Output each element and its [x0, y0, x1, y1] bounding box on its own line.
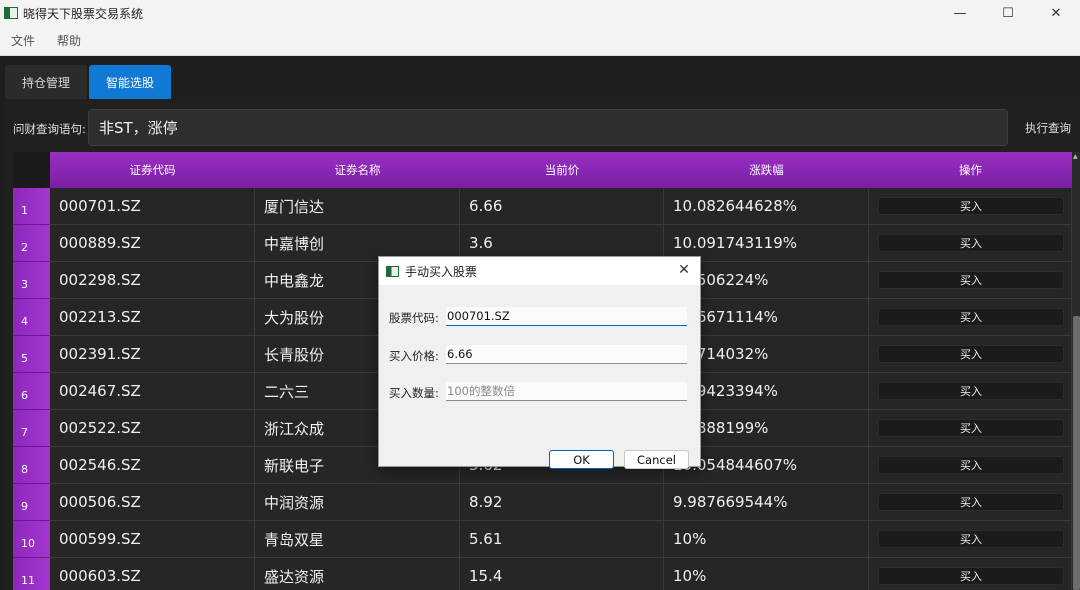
buy-button[interactable]: 买入: [878, 234, 1064, 252]
buy-button[interactable]: 买入: [878, 308, 1064, 326]
table-row[interactable]: 1 000701.SZ 厦门信达 6.66 10.082644628% 买入: [13, 188, 1072, 225]
cell-price: 5.61: [460, 521, 664, 558]
title-bar: 晓得天下股票交易系统 — ☐ ✕: [0, 0, 1080, 26]
cell-code: 000506.SZ: [50, 484, 255, 521]
buy-button[interactable]: 买入: [878, 567, 1064, 585]
buy-button[interactable]: 买入: [878, 530, 1064, 548]
buy-button[interactable]: 买入: [878, 456, 1064, 474]
cell-code: 002391.SZ: [50, 336, 255, 373]
table-header: 证券代码 证券名称 当前价 涨跌幅 操作: [13, 152, 1072, 188]
minimize-icon[interactable]: —: [936, 0, 984, 26]
stock-code-label: 股票代码:: [389, 311, 439, 325]
cell-code: 002213.SZ: [50, 299, 255, 336]
stock-code-input[interactable]: [446, 307, 687, 326]
cell-action: 买入: [869, 262, 1072, 299]
buy-quantity-label: 买入数量:: [389, 386, 439, 400]
cell-action: 买入: [869, 447, 1072, 484]
cell-price: 15.4: [460, 558, 664, 590]
cell-action: 买入: [869, 558, 1072, 590]
buy-button[interactable]: 买入: [878, 419, 1064, 437]
row-number: 6: [13, 373, 50, 410]
table-row[interactable]: 10 000599.SZ 青岛双星 5.61 10% 买入: [13, 521, 1072, 558]
buy-button[interactable]: 买入: [878, 493, 1064, 511]
cell-code: 002467.SZ: [50, 373, 255, 410]
cell-code: 000889.SZ: [50, 225, 255, 262]
scroll-thumb[interactable]: [1073, 316, 1080, 590]
menu-help[interactable]: 帮助: [46, 32, 92, 49]
cell-action: 买入: [869, 484, 1072, 521]
buy-button[interactable]: 买入: [878, 271, 1064, 289]
header-action[interactable]: 操作: [869, 152, 1072, 188]
cell-code: 002546.SZ: [50, 447, 255, 484]
cell-name: 盛达资源: [255, 558, 460, 590]
cell-price: 8.92: [460, 484, 664, 521]
buy-quantity-input[interactable]: [446, 382, 687, 401]
ok-button[interactable]: OK: [549, 450, 614, 469]
cell-change: 10.082644628%: [664, 188, 869, 225]
row-number: 7: [13, 410, 50, 447]
cell-action: 买入: [869, 299, 1072, 336]
cell-change: 10%: [664, 558, 869, 590]
cell-action: 买入: [869, 336, 1072, 373]
query-label: 问财查询语句:: [13, 122, 86, 136]
query-input[interactable]: [88, 109, 1008, 146]
row-number: 3: [13, 262, 50, 299]
menu-bar: 文件 帮助: [0, 26, 1080, 56]
table-corner: [13, 152, 50, 188]
window-controls: — ☐ ✕: [936, 0, 1080, 26]
buy-button[interactable]: 买入: [878, 345, 1064, 363]
table-row[interactable]: 9 000506.SZ 中润资源 8.92 9.987669544% 买入: [13, 484, 1072, 521]
cell-change: 10%: [664, 521, 869, 558]
cell-code: 002522.SZ: [50, 410, 255, 447]
row-number: 8: [13, 447, 50, 484]
tab-bar: 持仓管理 智能选股: [5, 65, 172, 99]
cell-name: 厦门信达: [255, 188, 460, 225]
row-number: 4: [13, 299, 50, 336]
cell-change: 9.987669544%: [664, 484, 869, 521]
close-icon[interactable]: ✕: [675, 261, 693, 279]
app-icon: [4, 7, 18, 19]
header-price[interactable]: 当前价: [460, 152, 664, 188]
cell-name: 青岛双星: [255, 521, 460, 558]
cell-action: 买入: [869, 225, 1072, 262]
dialog-app-icon: [386, 265, 399, 277]
menu-file[interactable]: 文件: [0, 32, 46, 49]
cell-code: 000701.SZ: [50, 188, 255, 225]
row-number: 2: [13, 225, 50, 262]
cell-action: 买入: [869, 521, 1072, 558]
header-change[interactable]: 涨跌幅: [664, 152, 869, 188]
cell-name: 中润资源: [255, 484, 460, 521]
tab-smart-picker[interactable]: 智能选股: [89, 65, 172, 99]
row-number: 11: [13, 558, 50, 590]
buy-dialog: 手动买入股票 ✕ 股票代码: 买入价格: 买入数量: OK Cancel: [378, 256, 701, 469]
cell-code: 000599.SZ: [50, 521, 255, 558]
buy-button[interactable]: 买入: [878, 382, 1064, 400]
cell-price: 6.66: [460, 188, 664, 225]
row-number: 5: [13, 336, 50, 373]
cell-code: 000603.SZ: [50, 558, 255, 590]
cell-code: 002298.SZ: [50, 262, 255, 299]
row-number: 1: [13, 188, 50, 225]
window-title: 晓得天下股票交易系统: [23, 6, 144, 21]
cancel-button[interactable]: Cancel: [624, 450, 689, 469]
dialog-title-bar: 手动买入股票 ✕: [379, 257, 700, 285]
buy-price-label: 买入价格:: [389, 349, 439, 363]
row-number: 9: [13, 484, 50, 521]
header-name[interactable]: 证券名称: [255, 152, 460, 188]
cell-action: 买入: [869, 373, 1072, 410]
cell-action: 买入: [869, 188, 1072, 225]
header-code[interactable]: 证券代码: [50, 152, 255, 188]
scroll-up-icon[interactable]: ▲: [1073, 153, 1078, 160]
tab-holdings[interactable]: 持仓管理: [5, 65, 88, 99]
row-number: 10: [13, 521, 50, 558]
cell-action: 买入: [869, 410, 1072, 447]
buy-price-input[interactable]: [446, 345, 687, 364]
maximize-icon[interactable]: ☐: [984, 0, 1032, 26]
execute-query-button[interactable]: 执行查询: [1020, 118, 1076, 138]
close-icon[interactable]: ✕: [1032, 0, 1080, 26]
dialog-title: 手动买入股票: [405, 264, 478, 279]
buy-button[interactable]: 买入: [878, 197, 1064, 215]
table-row[interactable]: 11 000603.SZ 盛达资源 15.4 10% 买入: [13, 558, 1072, 590]
